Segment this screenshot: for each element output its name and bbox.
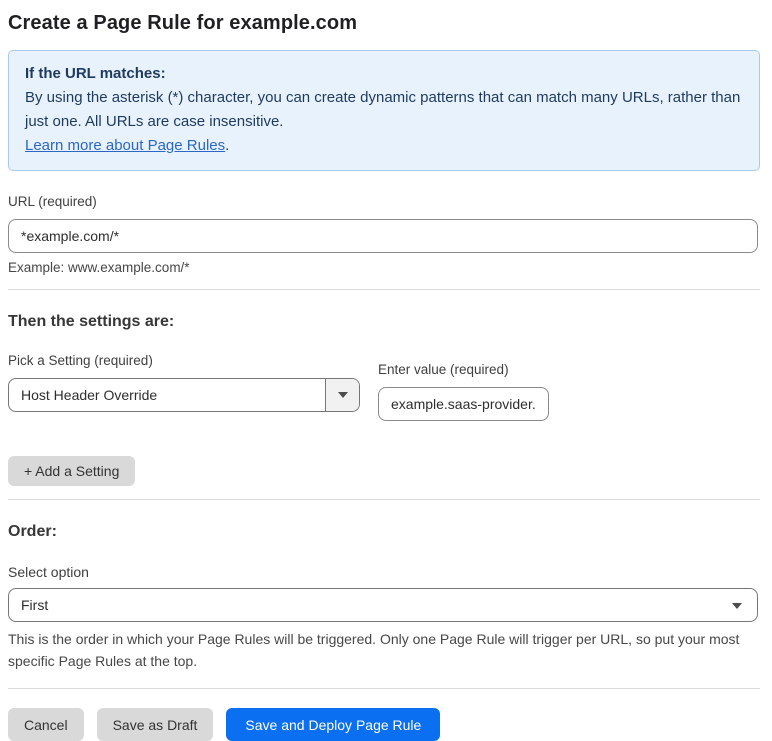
setting-select-label: Pick a Setting (required) [8, 353, 153, 368]
learn-more-link[interactable]: Learn more about Page Rules [25, 137, 225, 154]
link-suffix: . [225, 137, 230, 154]
page-title: Create a Page Rule for example.com [8, 12, 358, 34]
order-select-value: First [21, 597, 49, 613]
chevron-down-icon [337, 392, 348, 398]
add-setting-button[interactable]: + Add a Setting [8, 456, 136, 486]
info-box-link-line: Learn more about Page Rules. [25, 134, 743, 158]
divider [8, 499, 760, 500]
order-description: This is the order in which your Page Rul… [8, 631, 740, 669]
cancel-button[interactable]: Cancel [8, 708, 84, 741]
settings-row: Pick a Setting (required) Host Header Ov… [8, 353, 760, 421]
divider [8, 688, 760, 689]
info-box-heading: If the URL matches: [25, 65, 166, 82]
order-section-heading: Order: [8, 523, 57, 540]
create-page-rule-form: Create a Page Rule for example.com If th… [0, 0, 772, 741]
divider [8, 289, 760, 290]
form-actions: Cancel Save as Draft Save and Deploy Pag… [8, 708, 760, 741]
setting-select-value: Host Header Override [21, 387, 158, 403]
info-box-body-text: By using the asterisk (*) character, you… [25, 89, 741, 130]
chevron-down-icon [732, 603, 742, 609]
setting-select-column: Pick a Setting (required) Host Header Ov… [8, 353, 360, 412]
url-input[interactable] [8, 219, 758, 253]
save-as-draft-button[interactable]: Save as Draft [96, 708, 214, 741]
order-select-label: Select option [8, 564, 89, 580]
url-match-info-box: If the URL matches: By using the asteris… [8, 50, 760, 171]
url-field-hint: Example: www.example.com/* [8, 260, 190, 275]
setting-value-input[interactable] [378, 387, 549, 421]
save-and-deploy-button[interactable]: Save and Deploy Page Rule [226, 708, 441, 741]
url-field-label: URL (required) [8, 194, 97, 209]
settings-section-heading: Then the settings are: [8, 313, 175, 330]
setting-value-label: Enter value (required) [378, 362, 509, 377]
order-select[interactable]: First [8, 588, 758, 622]
setting-value-column: Enter value (required) [378, 362, 549, 421]
setting-select[interactable]: Host Header Override [8, 378, 360, 412]
setting-select-arrow-button[interactable] [325, 379, 359, 411]
info-box-body: By using the asterisk (*) character, you… [25, 86, 743, 134]
